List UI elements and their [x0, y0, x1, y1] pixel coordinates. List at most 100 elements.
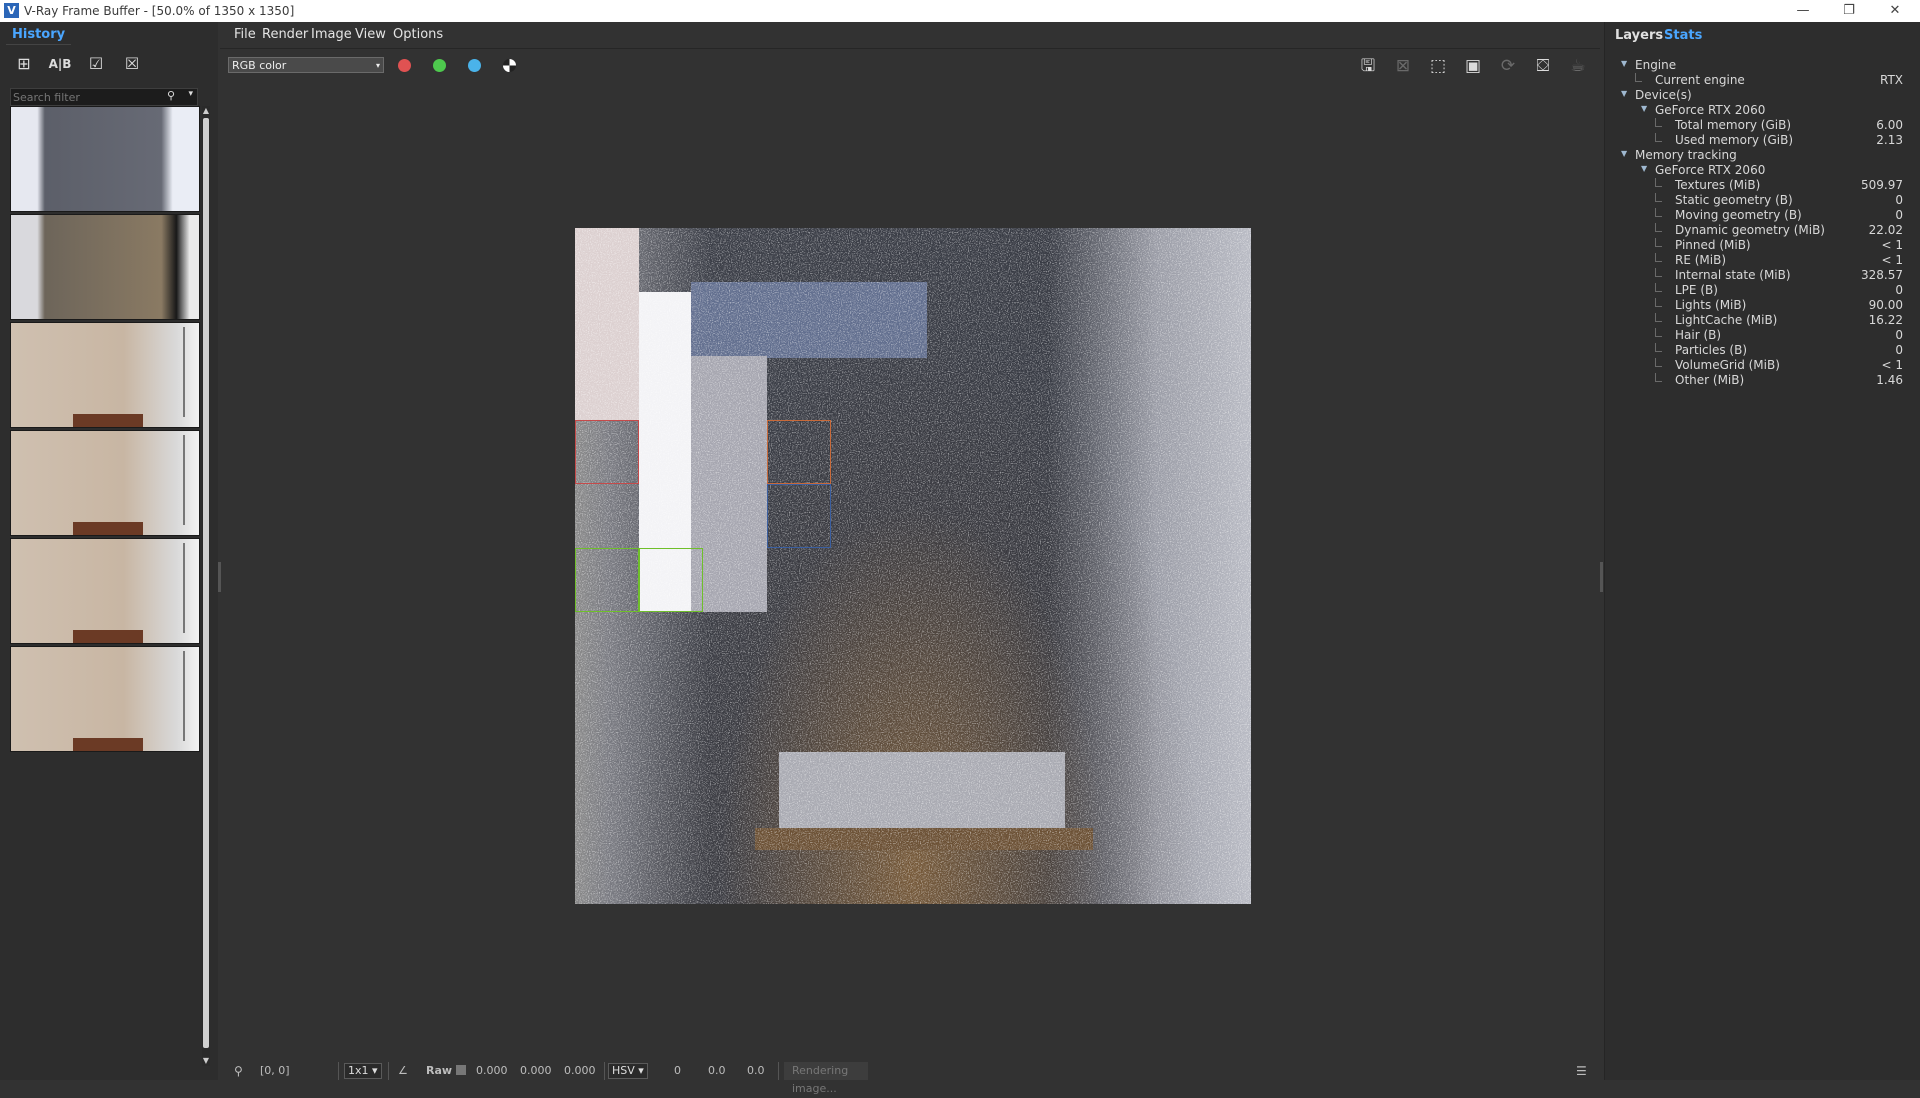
- tree-connector: [1655, 313, 1662, 322]
- red-channel-toggle[interactable]: [398, 59, 411, 72]
- history-load-icon[interactable]: ☑: [82, 52, 110, 76]
- clear-image-icon[interactable]: ⊠: [1389, 53, 1417, 79]
- stats-label: GeForce RTX 2060: [1655, 103, 1766, 117]
- scroll-down-icon[interactable]: ▼: [202, 1056, 210, 1066]
- expand-triangle-icon[interactable]: ▼: [1621, 59, 1627, 68]
- stats-label: Moving geometry (B): [1675, 208, 1802, 222]
- interactive-render-icon[interactable]: ⛋: [1529, 53, 1557, 79]
- tab-stats[interactable]: Stats: [1664, 28, 1702, 43]
- log-icon[interactable]: ☰: [1576, 1064, 1587, 1078]
- search-icon[interactable]: ⚲: [167, 89, 175, 102]
- menu-view[interactable]: View: [355, 27, 386, 42]
- color-picker-icon[interactable]: ∠: [398, 1064, 408, 1077]
- stats-row[interactable]: ▼ Engine: [1615, 58, 1911, 73]
- toggle-fb-icon[interactable]: ▣: [1459, 53, 1487, 79]
- stats-row: Pinned (MiB) < 1: [1615, 238, 1911, 253]
- history-thumbnail-list: [10, 106, 200, 754]
- tree-connector: [1655, 328, 1662, 337]
- tree-connector: [1655, 283, 1662, 292]
- stats-row: Particles (B) 0: [1615, 343, 1911, 358]
- stats-row: LightCache (MiB) 16.22: [1615, 313, 1911, 328]
- stats-label: Lights (MiB): [1675, 298, 1747, 312]
- stats-row[interactable]: ▼ GeForce RTX 2060: [1615, 103, 1911, 118]
- expand-triangle-icon[interactable]: ▼: [1621, 89, 1627, 98]
- stats-value: < 1: [1881, 238, 1903, 252]
- render-bucket: [639, 548, 703, 612]
- tab-layers[interactable]: Layers: [1615, 28, 1663, 43]
- status-bar: ⚲ [0, 0] 1x1 ▾ ∠ Raw 0.000 0.000 0.000 H…: [220, 1062, 1600, 1095]
- save-image-icon[interactable]: 🖫: [1354, 53, 1382, 79]
- menu-options[interactable]: Options: [393, 27, 443, 42]
- pixel-s-value: 0.0: [708, 1064, 726, 1077]
- stats-row: Internal state (MiB) 328.57: [1615, 268, 1911, 283]
- raw-mode-label: Raw: [426, 1064, 453, 1077]
- stats-label: LightCache (MiB): [1675, 313, 1778, 327]
- tree-connector: [1655, 238, 1662, 247]
- history-thumbnail[interactable]: [10, 106, 200, 212]
- stats-label: Total memory (GiB): [1675, 118, 1792, 132]
- tree-connector: [1655, 373, 1662, 382]
- expand-triangle-icon[interactable]: ▼: [1621, 149, 1627, 158]
- close-button[interactable]: ✕: [1872, 0, 1918, 22]
- zoom-select[interactable]: 1x1 ▾: [344, 1063, 382, 1079]
- history-save-icon[interactable]: ⊞: [10, 52, 38, 76]
- stats-label: Used memory (GiB): [1675, 133, 1794, 147]
- alpha-channel-toggle[interactable]: [503, 59, 516, 72]
- history-thumbnail[interactable]: [10, 430, 200, 536]
- stats-row[interactable]: ▼ Memory tracking: [1615, 148, 1911, 163]
- stats-value: RTX: [1879, 73, 1903, 87]
- history-scrollbar[interactable]: ▲ ▼: [202, 106, 210, 1066]
- stats-row: LPE (B) 0: [1615, 283, 1911, 298]
- stats-row[interactable]: ▼ Device(s): [1615, 88, 1911, 103]
- pixel-b-value: 0.000: [564, 1064, 596, 1077]
- stats-value: 90.00: [1868, 298, 1903, 312]
- stats-label: Internal state (MiB): [1675, 268, 1791, 282]
- region-render-icon[interactable]: ⬚: [1424, 53, 1452, 79]
- left-splitter[interactable]: [218, 562, 221, 592]
- tab-history[interactable]: History: [6, 26, 72, 45]
- menu-render[interactable]: Render: [262, 27, 308, 42]
- channel-select-value: RGB color: [232, 59, 287, 72]
- channel-select[interactable]: RGB color ▾: [228, 57, 384, 73]
- vray-app-icon: V: [4, 3, 19, 18]
- tree-connector: [1655, 178, 1662, 187]
- pin-icon[interactable]: ⚲: [234, 1064, 243, 1078]
- history-thumbnail[interactable]: [10, 646, 200, 752]
- stats-value: 1.46: [1876, 373, 1903, 387]
- green-channel-toggle[interactable]: [433, 59, 446, 72]
- scrollbar-thumb[interactable]: [203, 118, 209, 1048]
- stats-label: Other (MiB): [1675, 373, 1745, 387]
- render-viewport[interactable]: [220, 82, 1600, 1062]
- minimize-button[interactable]: —: [1780, 0, 1826, 22]
- menu-image[interactable]: Image: [311, 27, 352, 42]
- scroll-up-icon[interactable]: ▲: [202, 106, 210, 116]
- history-remove-icon[interactable]: ☒: [118, 52, 146, 76]
- stats-row: Hair (B) 0: [1615, 328, 1911, 343]
- history-panel: History ⊞ A|B ☑ ☒ ⚲ ▾ ▲ ▼: [0, 22, 218, 1080]
- stats-label: Engine: [1635, 58, 1677, 72]
- stats-label: Device(s): [1635, 88, 1692, 102]
- stats-value: < 1: [1881, 253, 1903, 267]
- expand-triangle-icon[interactable]: ▼: [1641, 104, 1647, 113]
- stats-row[interactable]: ▼ GeForce RTX 2060: [1615, 163, 1911, 178]
- stop-render-icon[interactable]: ☕: [1564, 53, 1592, 79]
- history-thumbnail[interactable]: [10, 322, 200, 428]
- history-thumbnail[interactable]: [10, 538, 200, 644]
- restore-button[interactable]: ❐: [1826, 0, 1872, 22]
- stats-row: Used memory (GiB) 2.13: [1615, 133, 1911, 148]
- right-splitter[interactable]: [1600, 562, 1603, 592]
- menu-file[interactable]: File: [234, 27, 256, 42]
- colorspace-select[interactable]: HSV ▾: [608, 1063, 648, 1079]
- stats-row: RE (MiB) < 1: [1615, 253, 1911, 268]
- history-thumbnail[interactable]: [10, 214, 200, 320]
- tree-connector: [1655, 343, 1662, 352]
- search-input[interactable]: [13, 89, 173, 105]
- tree-connector: [1655, 298, 1662, 307]
- chevron-down-icon[interactable]: ▾: [188, 89, 193, 99]
- stats-label: Dynamic geometry (MiB): [1675, 223, 1825, 237]
- pixel-color-swatch: [456, 1065, 466, 1075]
- expand-triangle-icon[interactable]: ▼: [1641, 164, 1647, 173]
- ab-compare-icon[interactable]: A|B: [46, 52, 74, 76]
- render-last-icon[interactable]: ⟳: [1494, 53, 1522, 79]
- blue-channel-toggle[interactable]: [468, 59, 481, 72]
